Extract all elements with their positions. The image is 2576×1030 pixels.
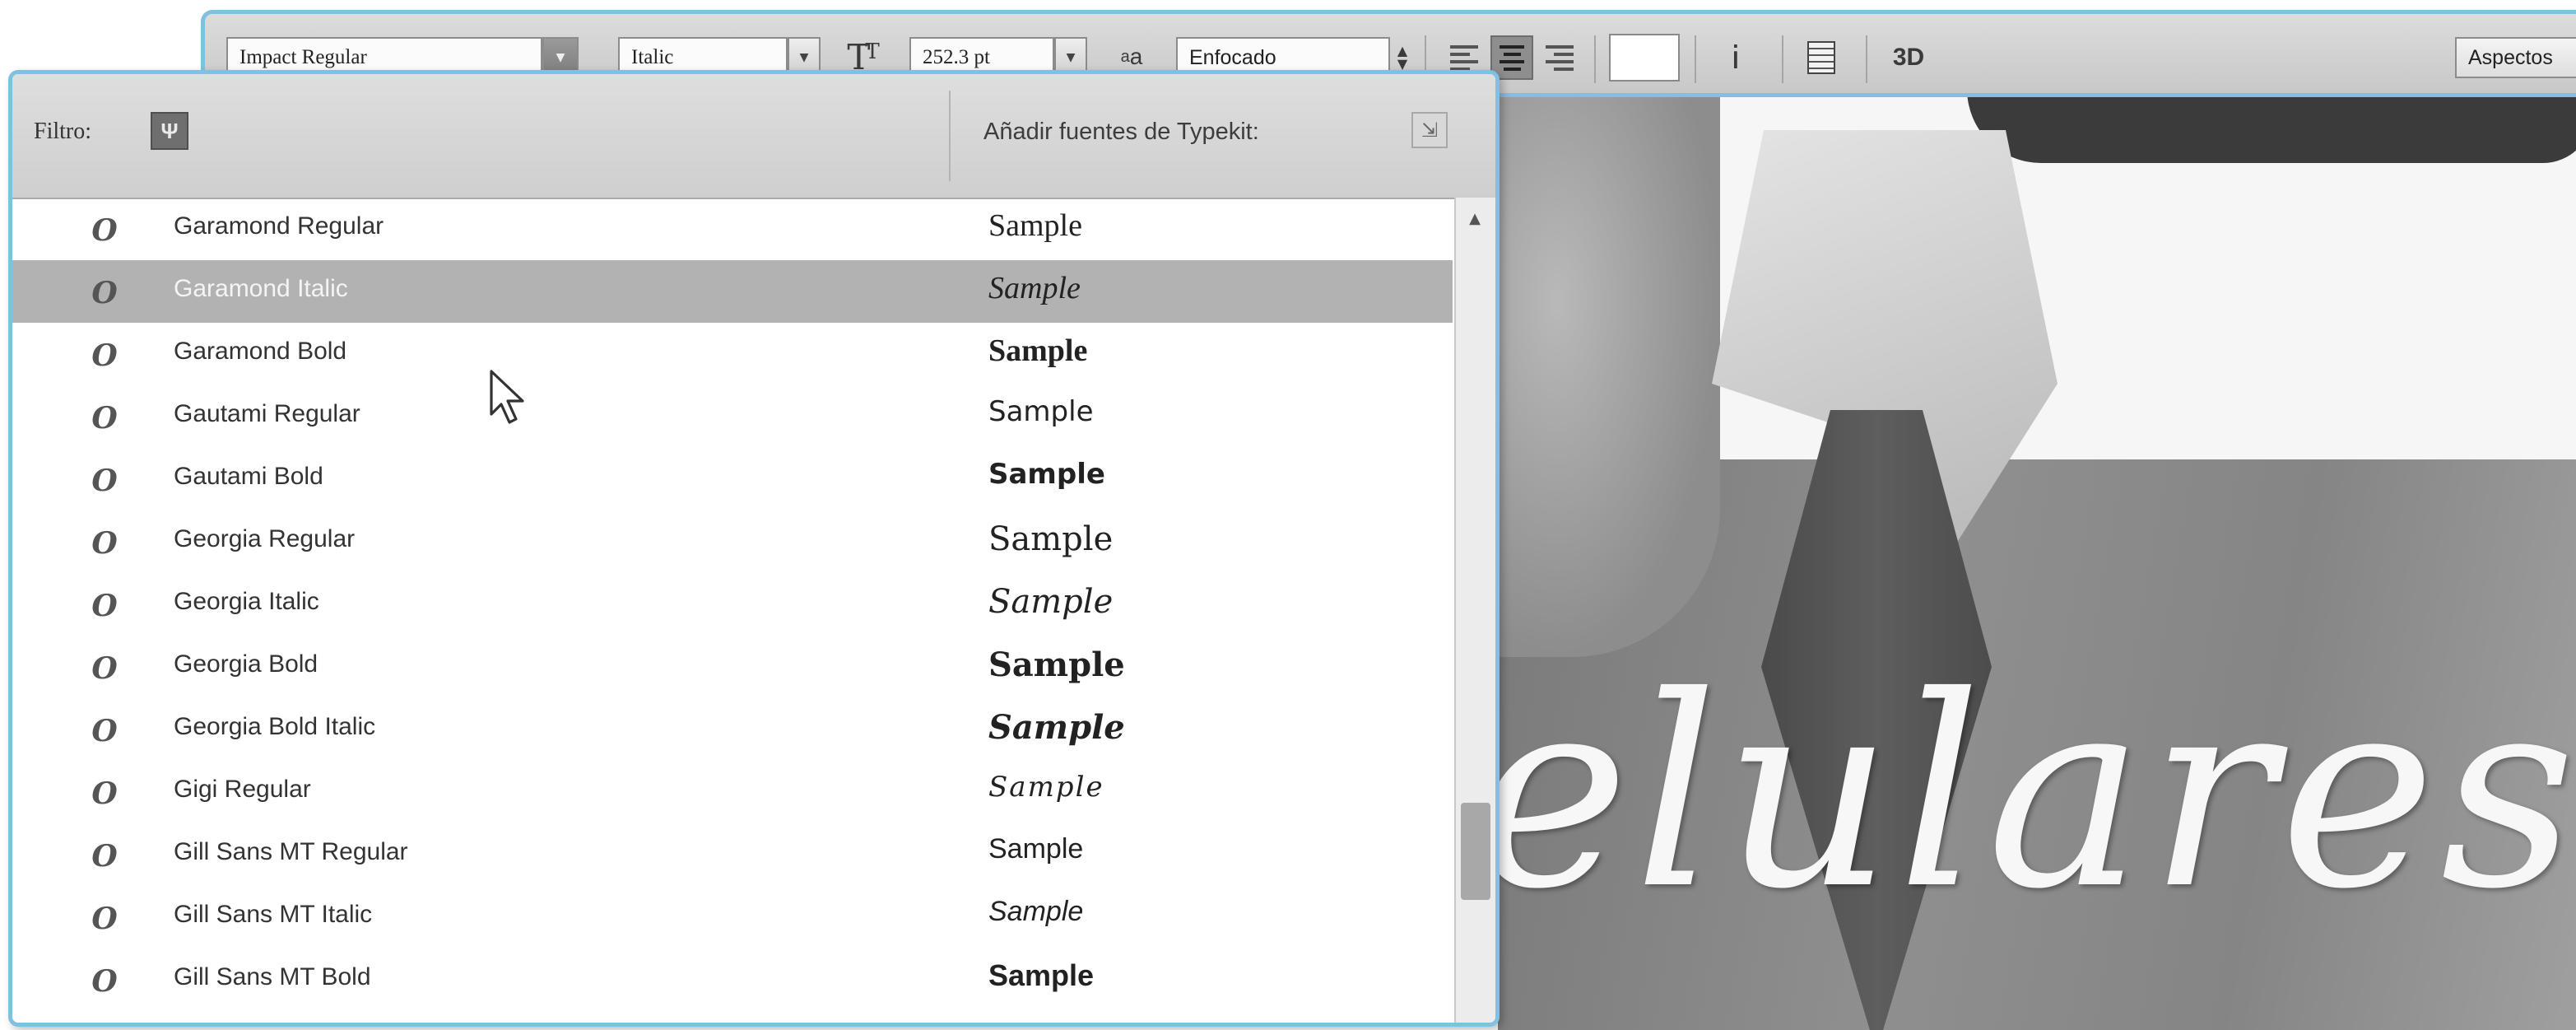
font-sample: Sample [988,395,1094,428]
scroll-up-arrow-icon[interactable]: ▲ [1462,209,1487,229]
font-name: Georgia Regular [174,525,356,552]
opentype-font-icon: O [91,464,118,498]
chevron-down-icon: ▼ [556,51,565,64]
toolbar-separator [1866,35,1867,83]
font-list-item[interactable]: O Gill Sans MT Bold Sample [12,948,1453,1011]
toolbar-separator [1594,35,1596,83]
font-name: Gill Sans MT Bold Italic [174,1026,429,1027]
opentype-font-icon: O [91,213,118,248]
chevron-down-icon: ▼ [1066,51,1076,64]
font-name: Georgia Bold [174,650,319,678]
opentype-font-icon: O [91,839,118,874]
font-sample: Sample [988,771,1104,804]
font-list-item[interactable]: O Garamond Regular Sample [12,198,1453,260]
document-canvas[interactable]: elulares [1498,97,2576,1030]
font-list-item[interactable]: O Georgia Regular Sample [12,510,1453,573]
font-sample: Sample [988,896,1084,927]
photo-shoulder [1498,97,1720,657]
header-divider [949,91,951,181]
font-panel-header: Filtro: Ψ Añadir fuentes de Typekit: ⇲ [12,74,1495,199]
font-name: Gill Sans MT Regular [174,838,408,865]
canvas-text-layer[interactable]: elulares [1498,641,2576,947]
font-sample: Sample [988,333,1088,368]
font-list-scrollbar[interactable]: ▲ [1454,198,1495,1023]
font-sample: Sample [988,958,1095,992]
font-sample: Sample [988,708,1125,747]
opentype-font-icon: O [91,338,118,373]
opentype-font-icon: O [91,964,118,999]
font-sample: Sample [988,520,1114,558]
chevron-down-icon: ▼ [799,51,809,64]
font-sample: Sample [988,458,1105,491]
font-name: Gautami Regular [174,400,360,427]
font-name: Gill Sans MT Bold [174,963,371,990]
text-color-swatch[interactable] [1609,34,1680,82]
opentype-font-icon: O [91,589,118,623]
font-sample: Sample [988,645,1125,684]
filter-label: Filtro: [34,119,92,144]
font-list-item[interactable]: O Gautami Regular Sample [12,385,1453,448]
opentype-font-icon: O [91,902,118,936]
character-panel-icon[interactable] [1798,34,1844,82]
font-sample: Sample [988,1021,1088,1023]
font-list-item[interactable]: O Gautami Bold Sample [12,448,1453,510]
font-list-item[interactable]: O Garamond Italic Sample [12,260,1453,323]
scroll-thumb[interactable] [1461,803,1490,900]
font-list-item[interactable]: O Gill Sans MT Italic Sample [12,886,1453,948]
warp-text-icon[interactable]: Ꭵ [1711,34,1760,82]
font-name: Gill Sans MT Italic [174,901,373,928]
add-typekit-icon[interactable]: ⇲ [1411,112,1448,148]
font-name: Garamond Bold [174,338,347,365]
font-dropdown-panel: Filtro: Ψ Añadir fuentes de Typekit: ⇲ O… [8,70,1500,1027]
font-list: O Garamond Regular Sample O Garamond Italic S… [12,198,1453,1027]
font-sample: Sample [988,833,1084,865]
font-list-item[interactable]: OGill Sans MT Bold ItalicSample [12,1011,1453,1027]
font-list-item[interactable]: O Gill Sans MT Regular Sample [12,823,1453,886]
align-right-button[interactable] [1538,35,1581,80]
opentype-font-icon: O [91,714,118,748]
font-sample: Sample [988,271,1081,305]
font-list-item[interactable]: O Georgia Bold Italic Sample [12,698,1453,761]
mouse-pointer-icon [490,370,524,424]
font-name: Georgia Bold Italic [174,713,376,740]
opentype-font-icon: O [91,651,118,686]
font-list-item[interactable]: O Gigi Regular Sample [12,761,1453,823]
font-sample: Sample [988,583,1114,621]
font-name: Garamond Regular [174,212,384,240]
filter-icon[interactable]: Ψ [151,112,188,150]
font-list-item[interactable]: O Georgia Italic Sample [12,573,1453,636]
opentype-font-icon: O [91,776,118,811]
opentype-font-icon: O [91,276,118,310]
font-name: Gigi Regular [174,776,311,803]
typekit-label: Añadir fuentes de Typekit: [983,119,1259,145]
font-name: Gautami Bold [174,463,323,490]
toolbar-separator [1695,35,1696,83]
opentype-font-icon: O [91,526,118,561]
toolbar-separator [1782,35,1783,83]
photo-dark-band [1967,97,2576,163]
font-name: Garamond Italic [174,275,348,302]
font-list-item[interactable]: O Georgia Bold Sample [12,636,1453,698]
font-name: Georgia Italic [174,588,319,615]
aspectos-button[interactable]: Aspectos [2455,37,2576,78]
font-list-item[interactable]: O Garamond Bold Sample [12,323,1453,385]
font-sample: Sample [988,208,1082,243]
three-d-button[interactable]: 3D [1884,34,1933,82]
opentype-font-icon: O [91,401,118,436]
